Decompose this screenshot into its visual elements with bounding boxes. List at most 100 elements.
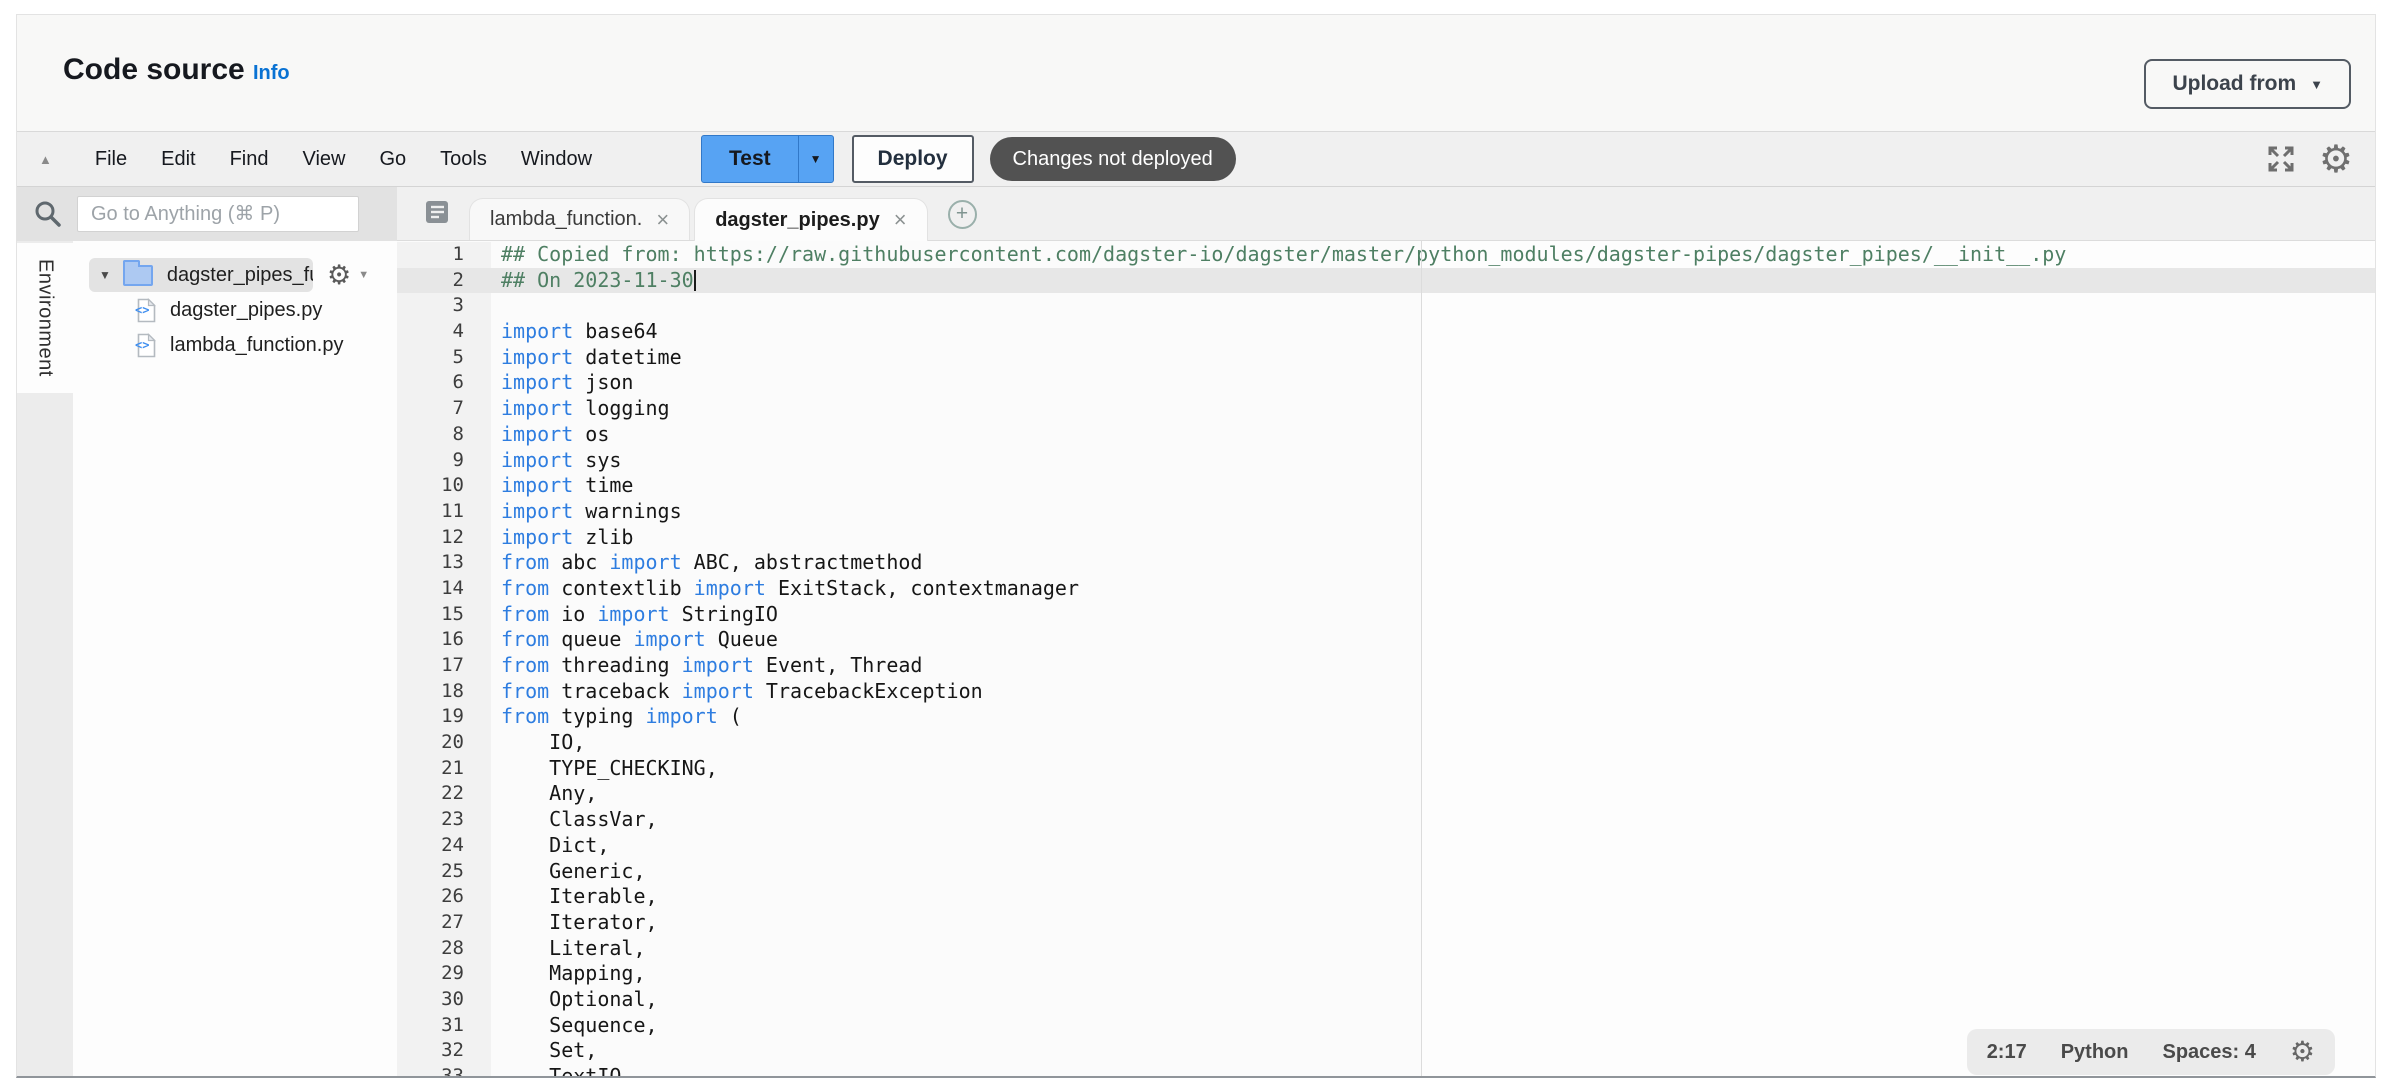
info-link[interactable]: Info [253, 62, 290, 85]
menu-go[interactable]: Go [362, 142, 423, 177]
line-number[interactable]: 21 [397, 756, 491, 782]
indentation-setting[interactable]: Spaces: 4 [2163, 1041, 2256, 1064]
line-number[interactable]: 2 [397, 268, 491, 294]
menu-window[interactable]: Window [504, 142, 609, 177]
line-number[interactable]: 20 [397, 730, 491, 756]
tree-folder-selection[interactable]: ▼ dagster_pipes_funct [89, 258, 313, 292]
code-text: TYPE_CHECKING, [491, 756, 718, 782]
line-number[interactable]: 25 [397, 859, 491, 885]
code-line[interactable]: 30 Optional, [397, 987, 2375, 1013]
code-line[interactable]: 6import json [397, 370, 2375, 396]
collapse-panel-icon[interactable]: ▲ [39, 152, 52, 167]
menu-edit[interactable]: Edit [144, 142, 212, 177]
code-line[interactable]: 26 Iterable, [397, 884, 2375, 910]
line-number[interactable]: 28 [397, 936, 491, 962]
cursor-position[interactable]: 2:17 [1987, 1041, 2027, 1064]
line-number[interactable]: 31 [397, 1013, 491, 1039]
code-line[interactable]: 27 Iterator, [397, 910, 2375, 936]
code-line[interactable]: 3 [397, 293, 2375, 319]
code-line[interactable]: 5import datetime [397, 345, 2375, 371]
line-number[interactable]: 32 [397, 1038, 491, 1064]
code-line[interactable]: 11import warnings [397, 499, 2375, 525]
line-number[interactable]: 17 [397, 653, 491, 679]
code-line[interactable]: 15from io import StringIO [397, 602, 2375, 628]
line-number[interactable]: 22 [397, 781, 491, 807]
tab-lambda_function-[interactable]: lambda_function.× [469, 198, 690, 240]
line-number[interactable]: 24 [397, 833, 491, 859]
code-line[interactable]: 9import sys [397, 448, 2375, 474]
line-number[interactable]: 5 [397, 345, 491, 371]
settings-gear-icon[interactable]: ⚙ [2319, 140, 2353, 178]
code-line[interactable]: 19from typing import ( [397, 704, 2375, 730]
line-number[interactable]: 8 [397, 422, 491, 448]
code-line[interactable]: 28 Literal, [397, 936, 2375, 962]
code-line[interactable]: 12import zlib [397, 525, 2375, 551]
line-number[interactable]: 19 [397, 704, 491, 730]
line-number[interactable]: 9 [397, 448, 491, 474]
test-split-button[interactable]: Test ▼ [701, 135, 834, 183]
go-to-anything-input[interactable] [77, 196, 359, 232]
line-number[interactable]: 13 [397, 550, 491, 576]
code-line[interactable]: 21 TYPE_CHECKING, [397, 756, 2375, 782]
code-line[interactable]: 2## On 2023-11-30 [397, 268, 2375, 294]
tab-close-icon[interactable]: × [656, 209, 669, 231]
code-line[interactable]: 23 ClassVar, [397, 807, 2375, 833]
code-line[interactable]: 13from abc import ABC, abstractmethod [397, 550, 2375, 576]
line-number[interactable]: 10 [397, 473, 491, 499]
code-line[interactable]: 1## Copied from: https://raw.githubuserc… [397, 242, 2375, 268]
line-number[interactable]: 16 [397, 627, 491, 653]
code-line[interactable]: 20 IO, [397, 730, 2375, 756]
code-line[interactable]: 24 Dict, [397, 833, 2375, 859]
line-number[interactable]: 11 [397, 499, 491, 525]
line-number[interactable]: 6 [397, 370, 491, 396]
code-line[interactable]: 14from contextlib import ExitStack, cont… [397, 576, 2375, 602]
line-number[interactable]: 27 [397, 910, 491, 936]
line-number[interactable]: 4 [397, 319, 491, 345]
code-line[interactable]: 17from threading import Event, Thread [397, 653, 2375, 679]
code-line[interactable]: 29 Mapping, [397, 961, 2375, 987]
code-line[interactable]: 16from queue import Queue [397, 627, 2375, 653]
folder-expand-icon[interactable]: ▼ [99, 268, 111, 282]
code-line[interactable]: 22 Any, [397, 781, 2375, 807]
line-number[interactable]: 18 [397, 679, 491, 705]
line-number[interactable]: 23 [397, 807, 491, 833]
menu-tools[interactable]: Tools [423, 142, 504, 177]
status-gear-icon[interactable]: ⚙ [2290, 1038, 2315, 1066]
code-line[interactable]: 7import logging [397, 396, 2375, 422]
code-line[interactable]: 18from traceback import TracebackExcepti… [397, 679, 2375, 705]
line-number[interactable]: 33 [397, 1064, 491, 1076]
code-line[interactable]: 4import base64 [397, 319, 2375, 345]
code-editor[interactable]: 1## Copied from: https://raw.githubuserc… [397, 241, 2375, 1076]
tab-list-icon[interactable] [423, 198, 451, 226]
line-number[interactable]: 12 [397, 525, 491, 551]
tab-dagster_pipes-py[interactable]: dagster_pipes.py× [694, 198, 927, 241]
line-number[interactable]: 30 [397, 987, 491, 1013]
line-number[interactable]: 3 [397, 293, 491, 319]
menu-view[interactable]: View [285, 142, 362, 177]
line-number[interactable]: 15 [397, 602, 491, 628]
tree-file-lambda_function-py[interactable]: <>lambda_function.py [135, 328, 397, 363]
code-line[interactable]: 8import os [397, 422, 2375, 448]
tab-close-icon[interactable]: × [894, 209, 907, 231]
line-number[interactable]: 7 [397, 396, 491, 422]
line-number[interactable]: 14 [397, 576, 491, 602]
line-number[interactable]: 26 [397, 884, 491, 910]
code-line[interactable]: 10import time [397, 473, 2375, 499]
deploy-button[interactable]: Deploy [852, 135, 974, 183]
new-tab-button[interactable]: + [948, 200, 977, 229]
upload-from-button[interactable]: Upload from ▼ [2144, 59, 2351, 109]
line-number[interactable]: 29 [397, 961, 491, 987]
tree-settings-button[interactable]: ⚙ ▼ [327, 262, 369, 289]
language-mode[interactable]: Python [2061, 1041, 2129, 1064]
test-dropdown-icon[interactable]: ▼ [798, 136, 833, 182]
code-token: import [501, 345, 573, 369]
fullscreen-icon[interactable] [2265, 143, 2297, 175]
menu-find[interactable]: Find [213, 142, 286, 177]
environment-tab[interactable]: Environment [17, 243, 73, 393]
menu-file[interactable]: File [78, 142, 144, 177]
code-line[interactable]: 25 Generic, [397, 859, 2375, 885]
tree-file-dagster_pipes-py[interactable]: <>dagster_pipes.py [135, 293, 397, 328]
test-button[interactable]: Test [702, 136, 798, 182]
tree-folder-row[interactable]: ▼ dagster_pipes_funct ⚙ ▼ [89, 257, 397, 293]
line-number[interactable]: 1 [397, 242, 491, 268]
